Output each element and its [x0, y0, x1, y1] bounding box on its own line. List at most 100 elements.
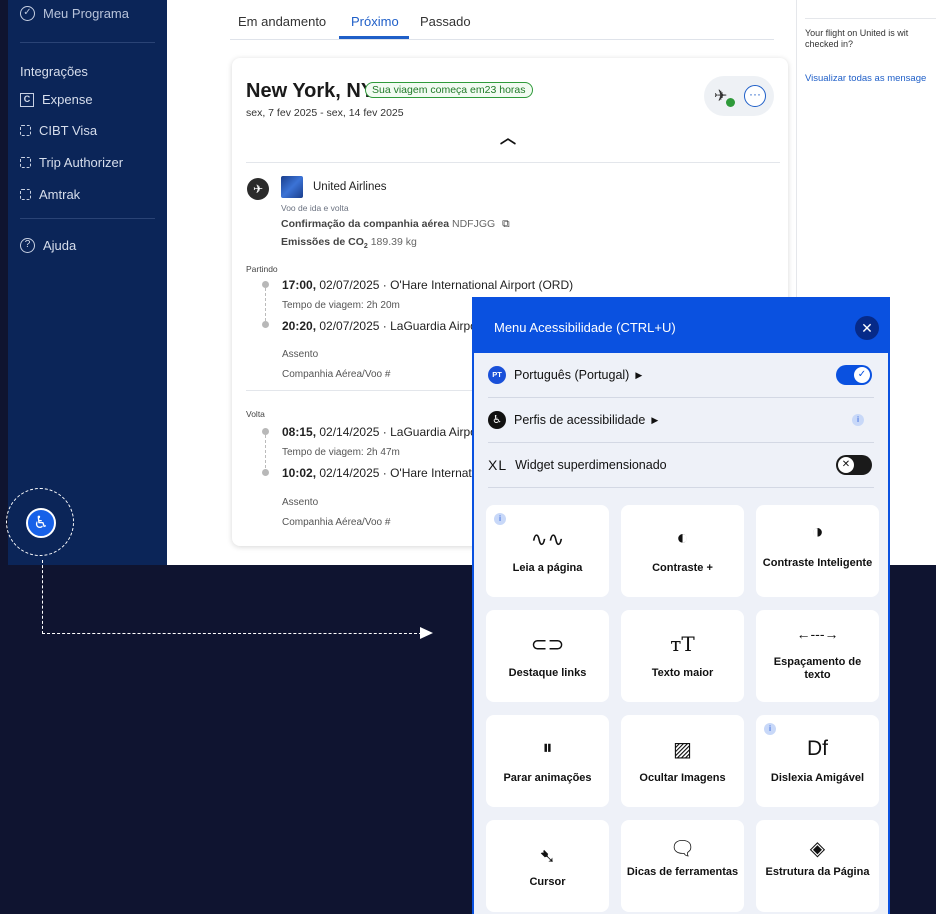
confirmation-row: Confirmação da companhia aérea NDFJGG ⧉: [281, 218, 510, 230]
language-toggle[interactable]: ✓: [836, 365, 872, 385]
sidebar-item-label: Meu Programa: [43, 6, 129, 21]
returning-label: Volta: [246, 409, 265, 419]
card-divider: [246, 162, 780, 163]
text-spacing-icon: ←‑‑‑→: [796, 626, 839, 642]
pause-animation-icon: ⏸: [542, 737, 553, 759]
tab-proximo[interactable]: Próximo: [351, 14, 399, 29]
sidebar-item-trip-authorizer[interactable]: Trip Authorizer: [20, 155, 123, 170]
more-options-button[interactable]: ···: [744, 85, 766, 107]
sidebar-item-label: Trip Authorizer: [39, 155, 124, 170]
co2-value: 189.39 kg: [370, 236, 417, 248]
arrival-dot: [262, 321, 269, 328]
close-button[interactable]: ✕: [855, 316, 879, 340]
link-icon: ⊂⊃: [530, 634, 565, 656]
smart-contrast-icon: ◑: [811, 521, 824, 543]
arrival-dot: [262, 469, 269, 476]
united-airlines-logo: [281, 176, 303, 198]
departing-arrival: 20:20, 02/07/2025 · LaGuardia Airpo: [282, 319, 477, 333]
trip-status-badge: Sua viagem começa em23 horas: [365, 82, 533, 98]
sidebar-item-expense[interactable]: C Expense: [20, 92, 93, 107]
active-tab-indicator: [339, 36, 409, 39]
departing-departure: 17:00, 02/07/2025 · O'Hare International…: [282, 278, 574, 292]
confirmation-code: NDFJGG: [451, 218, 496, 230]
accessibility-menu: Menu Acessibilidade (CTRL+U) ✕ PT Portug…: [472, 297, 890, 914]
tab-passado[interactable]: Passado: [420, 14, 471, 29]
tile-stop-animations[interactable]: ⏸ Parar animações: [486, 715, 609, 807]
tile-tooltips[interactable]: 🗨 Dicas de ferramentas: [621, 820, 744, 912]
trip-dates: sex, 7 fev 2025 - sex, 14 fev 2025: [246, 107, 404, 119]
expense-icon: C: [20, 92, 34, 107]
sidebar-item-help[interactable]: ? Ajuda: [20, 238, 76, 253]
program-icon: ✓: [20, 6, 35, 21]
sidebar-item-label: Amtrak: [39, 187, 81, 202]
sidebar-divider: [20, 218, 155, 219]
segment-line: [265, 435, 266, 473]
check-icon: [726, 98, 735, 107]
view-all-messages-link[interactable]: Visualizar todas as mensage: [805, 73, 926, 84]
text-size-icon: ᴛT: [670, 632, 695, 656]
integration-icon: [20, 125, 31, 136]
sidebar-item-label: CIBT Visa: [39, 123, 98, 138]
dyslexia-icon: Df: [807, 737, 828, 760]
tile-dyslexia-friendly[interactable]: i Df Dislexia Amigável: [756, 715, 879, 807]
hide-image-icon: ▨: [673, 739, 692, 761]
profiles-row[interactable]: ♿︎ Perfis de acessibilidade ▶ i: [488, 398, 874, 442]
info-icon[interactable]: i: [852, 414, 864, 426]
waveform-icon: ∿∿: [530, 529, 565, 551]
oversized-label: Widget superdimensionado: [515, 458, 667, 472]
page-structure-icon: ◈: [809, 838, 826, 860]
annotation-arrow-icon: [420, 627, 433, 639]
tab-em-andamento[interactable]: Em andamento: [238, 14, 326, 29]
returning-departure: 08:15, 02/14/2025 · LaGuardia Airpo: [282, 425, 477, 439]
flight-message[interactable]: Your flight on United is wit checked in?: [805, 28, 908, 50]
departure-dot: [262, 281, 269, 288]
menu-body: PT Português (Portugal) ▶ ✓ ♿︎ Perfis de…: [474, 353, 888, 914]
language-row[interactable]: PT Português (Portugal) ▶ ✓: [488, 353, 874, 397]
contrast-icon: ◐: [676, 527, 689, 549]
tile-highlight-links[interactable]: ⊂⊃ Destaque links: [486, 610, 609, 702]
copy-icon[interactable]: ⧉: [502, 218, 510, 230]
caret-right-icon: ▶: [635, 369, 643, 380]
tile-hide-images[interactable]: ▨ Ocultar Imagens: [621, 715, 744, 807]
menu-title: Menu Acessibilidade (CTRL+U): [494, 320, 676, 335]
flight-number-label: Companhia Aérea/Voo #: [282, 369, 391, 380]
help-icon: ?: [20, 238, 35, 253]
integration-icon: [20, 189, 31, 200]
accessibility-icon: ♿︎: [488, 411, 506, 429]
collapse-chevron-icon[interactable]: ︿: [500, 124, 516, 148]
returning-duration: Tempo de viagem: 2h 47m: [282, 447, 400, 458]
tile-read-page[interactable]: i ∿∿ Leia a página: [486, 505, 609, 597]
language-badge: PT: [488, 366, 506, 384]
tile-contrast[interactable]: ◐ Contraste +: [621, 505, 744, 597]
caret-right-icon: ▶: [651, 414, 659, 425]
departing-label: Partindo: [246, 264, 278, 274]
returning-arrival: 10:02, 02/14/2025 · O'Hare Internatio: [282, 466, 482, 480]
x-icon: ✕: [838, 457, 854, 473]
trip-title: New York, NY: [246, 80, 375, 102]
tile-page-structure[interactable]: ◈ Estrutura da Página: [756, 820, 879, 912]
sidebar-item-amtrak[interactable]: Amtrak: [20, 187, 80, 202]
airline-name: United Airlines: [313, 181, 387, 193]
info-icon[interactable]: i: [494, 513, 506, 525]
sidebar-section-integrations: Integrações: [20, 64, 88, 79]
trip-tabs: Em andamento Próximo Passado: [230, 0, 774, 40]
annotation-line: [42, 560, 43, 634]
sidebar-item-cibt-visa[interactable]: CIBT Visa: [20, 123, 97, 138]
card-actions: ✈ ···: [704, 76, 774, 116]
tile-smart-contrast[interactable]: ◑ Contraste Inteligente: [756, 505, 879, 597]
tile-cursor[interactable]: ➷ Cursor: [486, 820, 609, 912]
oversized-widget-row[interactable]: XL Widget superdimensionado ✕: [488, 443, 874, 487]
co2-row: Emissões de CO2 189.39 kg: [281, 236, 417, 251]
tooltip-icon: 🗨: [669, 838, 696, 860]
tile-bigger-text[interactable]: ᴛT Texto maior: [621, 610, 744, 702]
sidebar-item-label: Expense: [42, 92, 93, 107]
info-icon[interactable]: i: [764, 723, 776, 735]
tile-text-spacing[interactable]: ←‑‑‑→ Espaçamento de texto: [756, 610, 879, 702]
oversized-toggle[interactable]: ✕: [836, 455, 872, 475]
trip-type: Voo de ida e volta: [281, 203, 349, 213]
flight-icon: ✈: [247, 178, 269, 200]
departure-dot: [262, 428, 269, 435]
flight-number-label: Companhia Aérea/Voo #: [282, 517, 391, 528]
seat-label: Assento: [282, 497, 319, 508]
sidebar-item-meu-programa[interactable]: ✓ Meu Programa: [20, 6, 129, 21]
